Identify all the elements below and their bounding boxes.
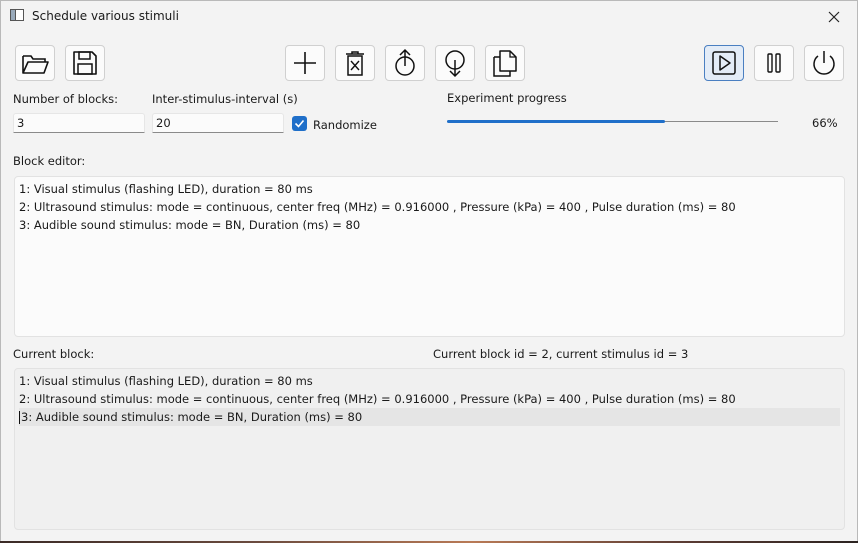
current-block-status: Current block id = 2, current stimulus i… <box>433 347 689 361</box>
randomize-checkbox[interactable] <box>292 116 307 131</box>
move-down-icon <box>445 50 465 78</box>
add-button[interactable] <box>285 45 325 81</box>
block-editor-textbox[interactable]: 1: Visual stimulus (flashing LED), durat… <box>14 176 845 337</box>
window-title: Schedule various stimuli <box>32 9 179 23</box>
pause-icon <box>767 53 781 73</box>
folder-open-icon <box>22 55 49 74</box>
current-block-line-highlighted: 3: Audible sound stimulus: mode = BN, Du… <box>19 408 840 426</box>
save-icon <box>73 51 97 75</box>
block-editor-line: 2: Ultrasound stimulus: mode = continuou… <box>19 200 736 214</box>
close-button[interactable] <box>811 1 857 32</box>
current-block-line: 2: Ultrasound stimulus: mode = continuou… <box>19 392 736 406</box>
copy-icon <box>493 50 517 77</box>
progress-bar <box>447 120 665 123</box>
isi-label: Inter-stimulus-interval (s) <box>152 92 298 106</box>
current-block-label: Current block: <box>13 347 95 361</box>
progress-label: Experiment progress <box>447 91 567 105</box>
delete-icon <box>346 51 364 76</box>
check-icon <box>294 119 305 128</box>
save-button[interactable] <box>65 45 105 81</box>
num-blocks-label: Number of blocks: <box>13 92 118 106</box>
block-editor-line: 3: Audible sound stimulus: mode = BN, Du… <box>19 218 361 232</box>
move-down-button[interactable] <box>435 45 475 81</box>
progress-percent: 66% <box>812 116 838 130</box>
title-bar: Schedule various stimuli <box>1 1 857 32</box>
power-button[interactable] <box>804 45 844 81</box>
power-icon <box>813 51 835 75</box>
plus-icon <box>294 52 316 74</box>
move-up-button[interactable] <box>385 45 425 81</box>
close-icon <box>828 11 840 22</box>
isi-input[interactable]: 20 <box>152 113 284 133</box>
play-icon <box>712 51 736 75</box>
play-button[interactable] <box>704 45 744 81</box>
num-blocks-input[interactable]: 3 <box>13 113 145 133</box>
open-button[interactable] <box>15 45 55 81</box>
main-window: Schedule various stimuli Number of block… <box>0 0 858 543</box>
current-block-line-text: 3: Audible sound stimulus: mode = BN, Du… <box>21 410 363 424</box>
block-editor-line: 1: Visual stimulus (flashing LED), durat… <box>19 182 313 196</box>
current-block-line: 1: Visual stimulus (flashing LED), durat… <box>19 374 313 388</box>
randomize-label: Randomize <box>313 118 377 132</box>
move-up-icon <box>395 48 415 76</box>
text-caret <box>19 411 20 424</box>
current-block-textbox[interactable]: 1: Visual stimulus (flashing LED), durat… <box>14 368 845 530</box>
delete-button[interactable] <box>335 45 375 81</box>
block-editor-label: Block editor: <box>13 154 86 168</box>
pause-button[interactable] <box>754 45 794 81</box>
app-window-icon <box>10 9 24 21</box>
copy-button[interactable] <box>485 45 525 81</box>
